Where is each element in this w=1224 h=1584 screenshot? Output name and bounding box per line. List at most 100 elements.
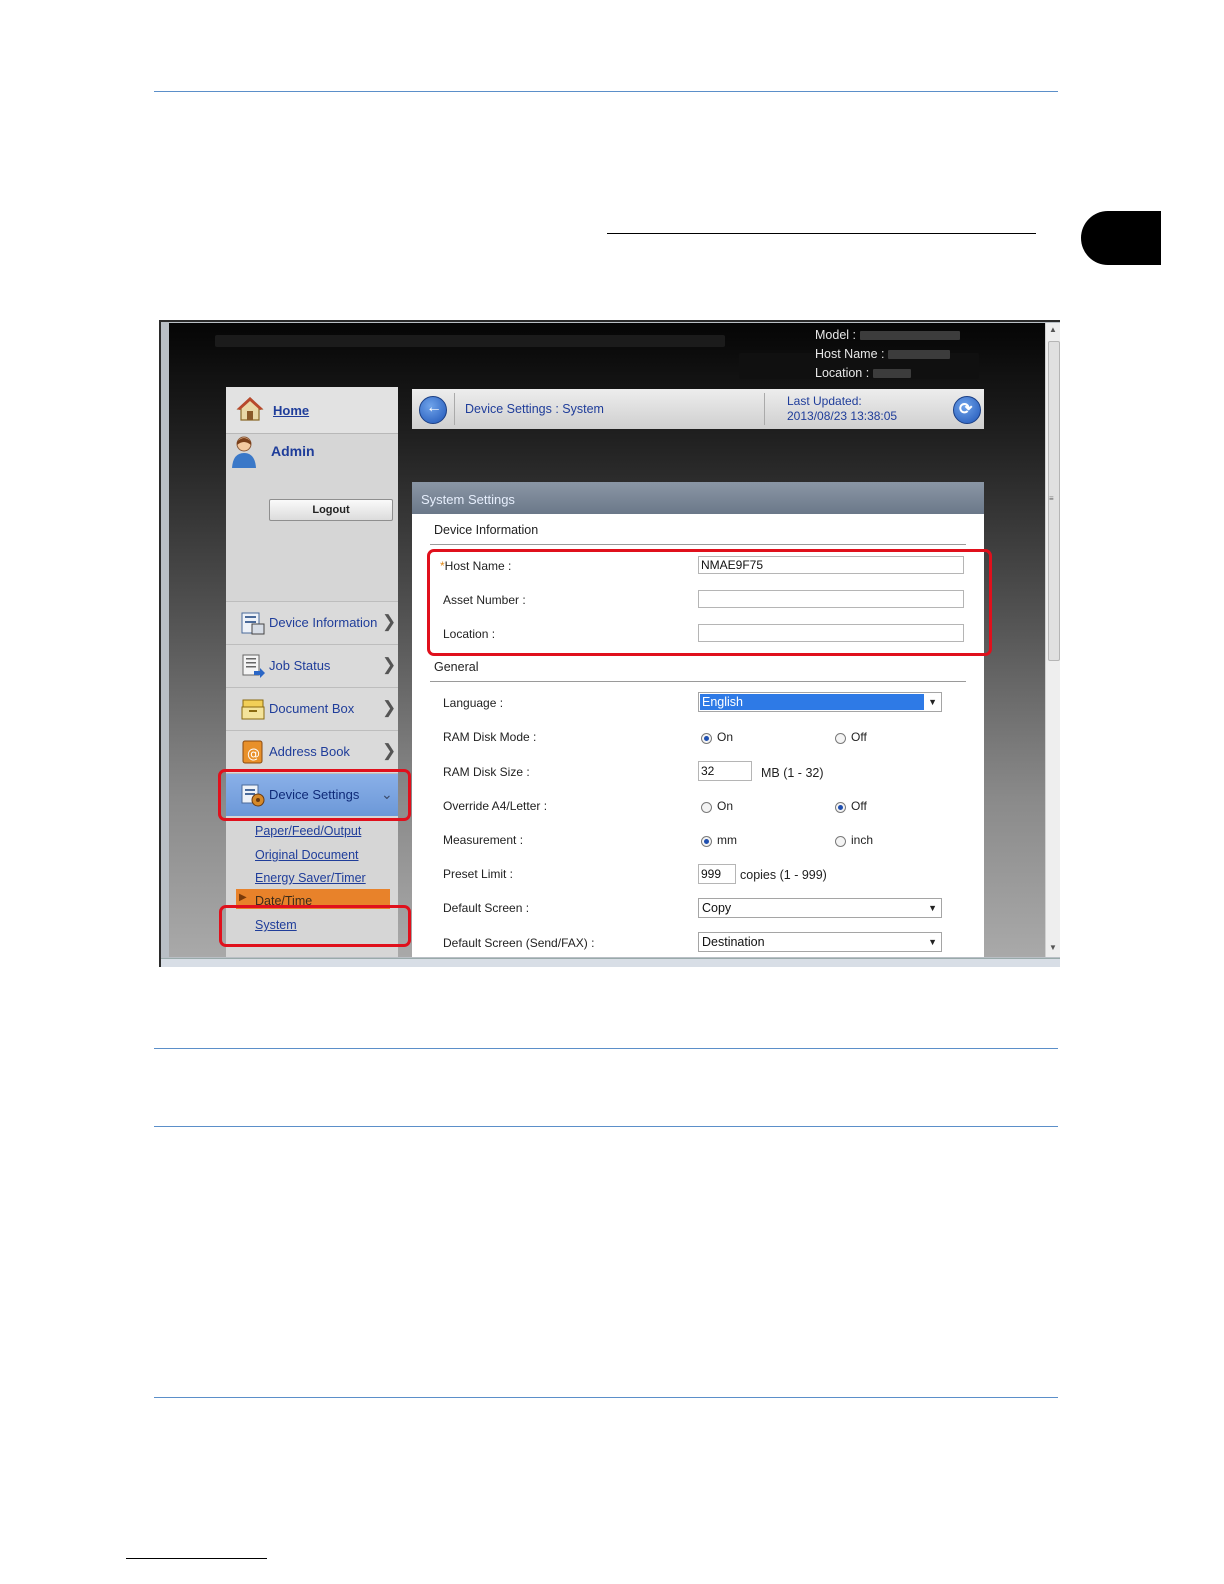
refresh-icon: ⟳ [959, 401, 973, 418]
last-updated: Last Updated: 2013/08/23 13:38:05 [787, 394, 897, 424]
measurement-mm-label: mm [717, 833, 737, 847]
override-off-label: Off [851, 799, 867, 813]
logout-button[interactable]: Logout [269, 499, 393, 521]
browser-screenshot: Model : Host Name : Location : Home Admi… [159, 320, 1060, 967]
highlight-device-information-fields [427, 549, 992, 656]
ram-disk-mode-on-radio[interactable] [701, 733, 712, 744]
redacted-host [888, 350, 951, 359]
redacted-location [873, 369, 912, 378]
language-value: English [700, 694, 924, 710]
refresh-button[interactable]: ⟳ [953, 396, 981, 424]
svg-text:@: @ [247, 747, 260, 762]
last-updated-label: Last Updated: [787, 394, 862, 408]
chevron-right-icon: ❯ [382, 741, 397, 760]
measurement-inch-label: inch [851, 833, 874, 847]
dropdown-arrow-icon: ▼ [928, 697, 937, 707]
default-screen-label: Default Screen : [443, 901, 530, 915]
footer-rule [126, 1558, 267, 1559]
admin-avatar-icon [232, 436, 256, 468]
home-row[interactable]: Home [226, 387, 398, 434]
nav-device-information[interactable]: Device Information ❯ [226, 601, 398, 644]
section-divider [430, 544, 966, 545]
measurement-label: Measurement : [443, 833, 524, 847]
breadcrumb-bar: ← Device Settings : System Last Updated:… [412, 389, 984, 429]
dropdown-arrow-icon: ▼ [928, 903, 937, 913]
default-screen-sendfax-value: Destination [702, 935, 765, 949]
default-screen-sendfax-select[interactable]: Destination ▼ [698, 932, 942, 952]
panel-header: System Settings [412, 482, 984, 514]
divider [764, 393, 765, 425]
section-divider [430, 681, 966, 682]
heading-underline [607, 233, 1036, 234]
sub-item-original-document[interactable]: Original Document [255, 848, 359, 862]
chapter-tab [1081, 211, 1161, 265]
admin-label: Admin [271, 443, 315, 459]
nav-label: Address Book [269, 744, 350, 759]
override-a4-letter-label: Override A4/Letter : [443, 799, 548, 813]
nav-label: Document Box [269, 701, 355, 716]
divider [454, 393, 455, 425]
default-screen-value: Copy [702, 901, 732, 915]
measurement-inch-radio[interactable] [835, 836, 846, 847]
preset-limit-input[interactable] [698, 864, 736, 884]
device-header-info: Model : Host Name : Location : [815, 326, 960, 383]
ram-disk-mode-off-label: Off [851, 730, 867, 744]
default-screen-select[interactable]: Copy ▼ [698, 898, 942, 918]
model-label: Model : [815, 328, 856, 342]
panel-title: System Settings [421, 492, 515, 507]
vertical-scrollbar[interactable]: ▲ ≡ ▼ [1045, 323, 1060, 957]
override-off-radio[interactable] [835, 802, 846, 813]
window-bottom-edge [161, 958, 1060, 967]
arrow-left-icon: ← [426, 399, 442, 416]
default-screen-sendfax-label: Default Screen (Send/FAX) : [443, 936, 595, 950]
device-information-icon [241, 612, 265, 635]
rule-3 [154, 1397, 1058, 1398]
sidebar: Home Admin Logout Device Information ❯ J… [226, 387, 398, 957]
redacted-model [860, 331, 960, 340]
chevron-right-icon: ❯ [382, 612, 397, 631]
top-rule [154, 91, 1058, 92]
document-box-icon [241, 699, 265, 720]
nav-label: Device Information [269, 615, 378, 630]
ram-disk-mode-label: RAM Disk Mode : [443, 730, 537, 744]
back-button[interactable]: ← [419, 396, 447, 424]
arrow-right-icon: ▶ [239, 892, 247, 903]
host-name-header-label: Host Name : [815, 347, 885, 361]
sub-item-paper-feed-output[interactable]: Paper/Feed/Output [255, 824, 361, 838]
measurement-mm-radio[interactable] [701, 836, 712, 847]
rule-2 [154, 1126, 1058, 1127]
highlight-system [219, 905, 411, 947]
rule-1 [154, 1048, 1058, 1049]
nav-document-box[interactable]: Document Box ❯ [226, 687, 398, 730]
dropdown-arrow-icon: ▼ [928, 937, 937, 947]
nav-address-book[interactable]: @ Address Book ❯ [226, 730, 398, 773]
ram-disk-size-unit: MB (1 - 32) [761, 766, 824, 780]
scroll-grip-icon: ≡ [1049, 494, 1054, 503]
nav-label: Job Status [269, 658, 331, 673]
section-general: General [434, 660, 479, 674]
ram-disk-mode-on-label: On [717, 730, 734, 744]
web-viewport: Model : Host Name : Location : Home Admi… [169, 323, 1045, 957]
section-device-information: Device Information [434, 523, 539, 537]
language-label: Language : [443, 696, 504, 710]
ram-disk-mode-off-radio[interactable] [835, 733, 846, 744]
job-status-icon [242, 654, 265, 678]
address-book-icon: @ [242, 740, 263, 764]
override-on-radio[interactable] [701, 802, 712, 813]
override-on-label: On [717, 799, 734, 813]
home-icon [236, 397, 264, 421]
redacted-banner [215, 335, 725, 347]
chevron-right-icon: ❯ [382, 698, 397, 717]
ram-disk-size-input[interactable] [698, 761, 752, 781]
ram-disk-size-label: RAM Disk Size : [443, 765, 530, 779]
sub-item-energy-saver-timer[interactable]: Energy Saver/Timer [255, 871, 366, 885]
preset-limit-unit: copies (1 - 999) [740, 868, 827, 882]
preset-limit-label: Preset Limit : [443, 867, 514, 881]
highlight-device-settings [218, 769, 411, 821]
breadcrumb-path: Device Settings : System [465, 402, 604, 416]
nav-job-status[interactable]: Job Status ❯ [226, 644, 398, 687]
scroll-down-icon[interactable]: ▼ [1049, 943, 1057, 952]
language-select[interactable]: English ▼ [698, 692, 942, 712]
scroll-up-icon[interactable]: ▲ [1049, 325, 1057, 334]
home-link[interactable]: Home [273, 403, 309, 418]
